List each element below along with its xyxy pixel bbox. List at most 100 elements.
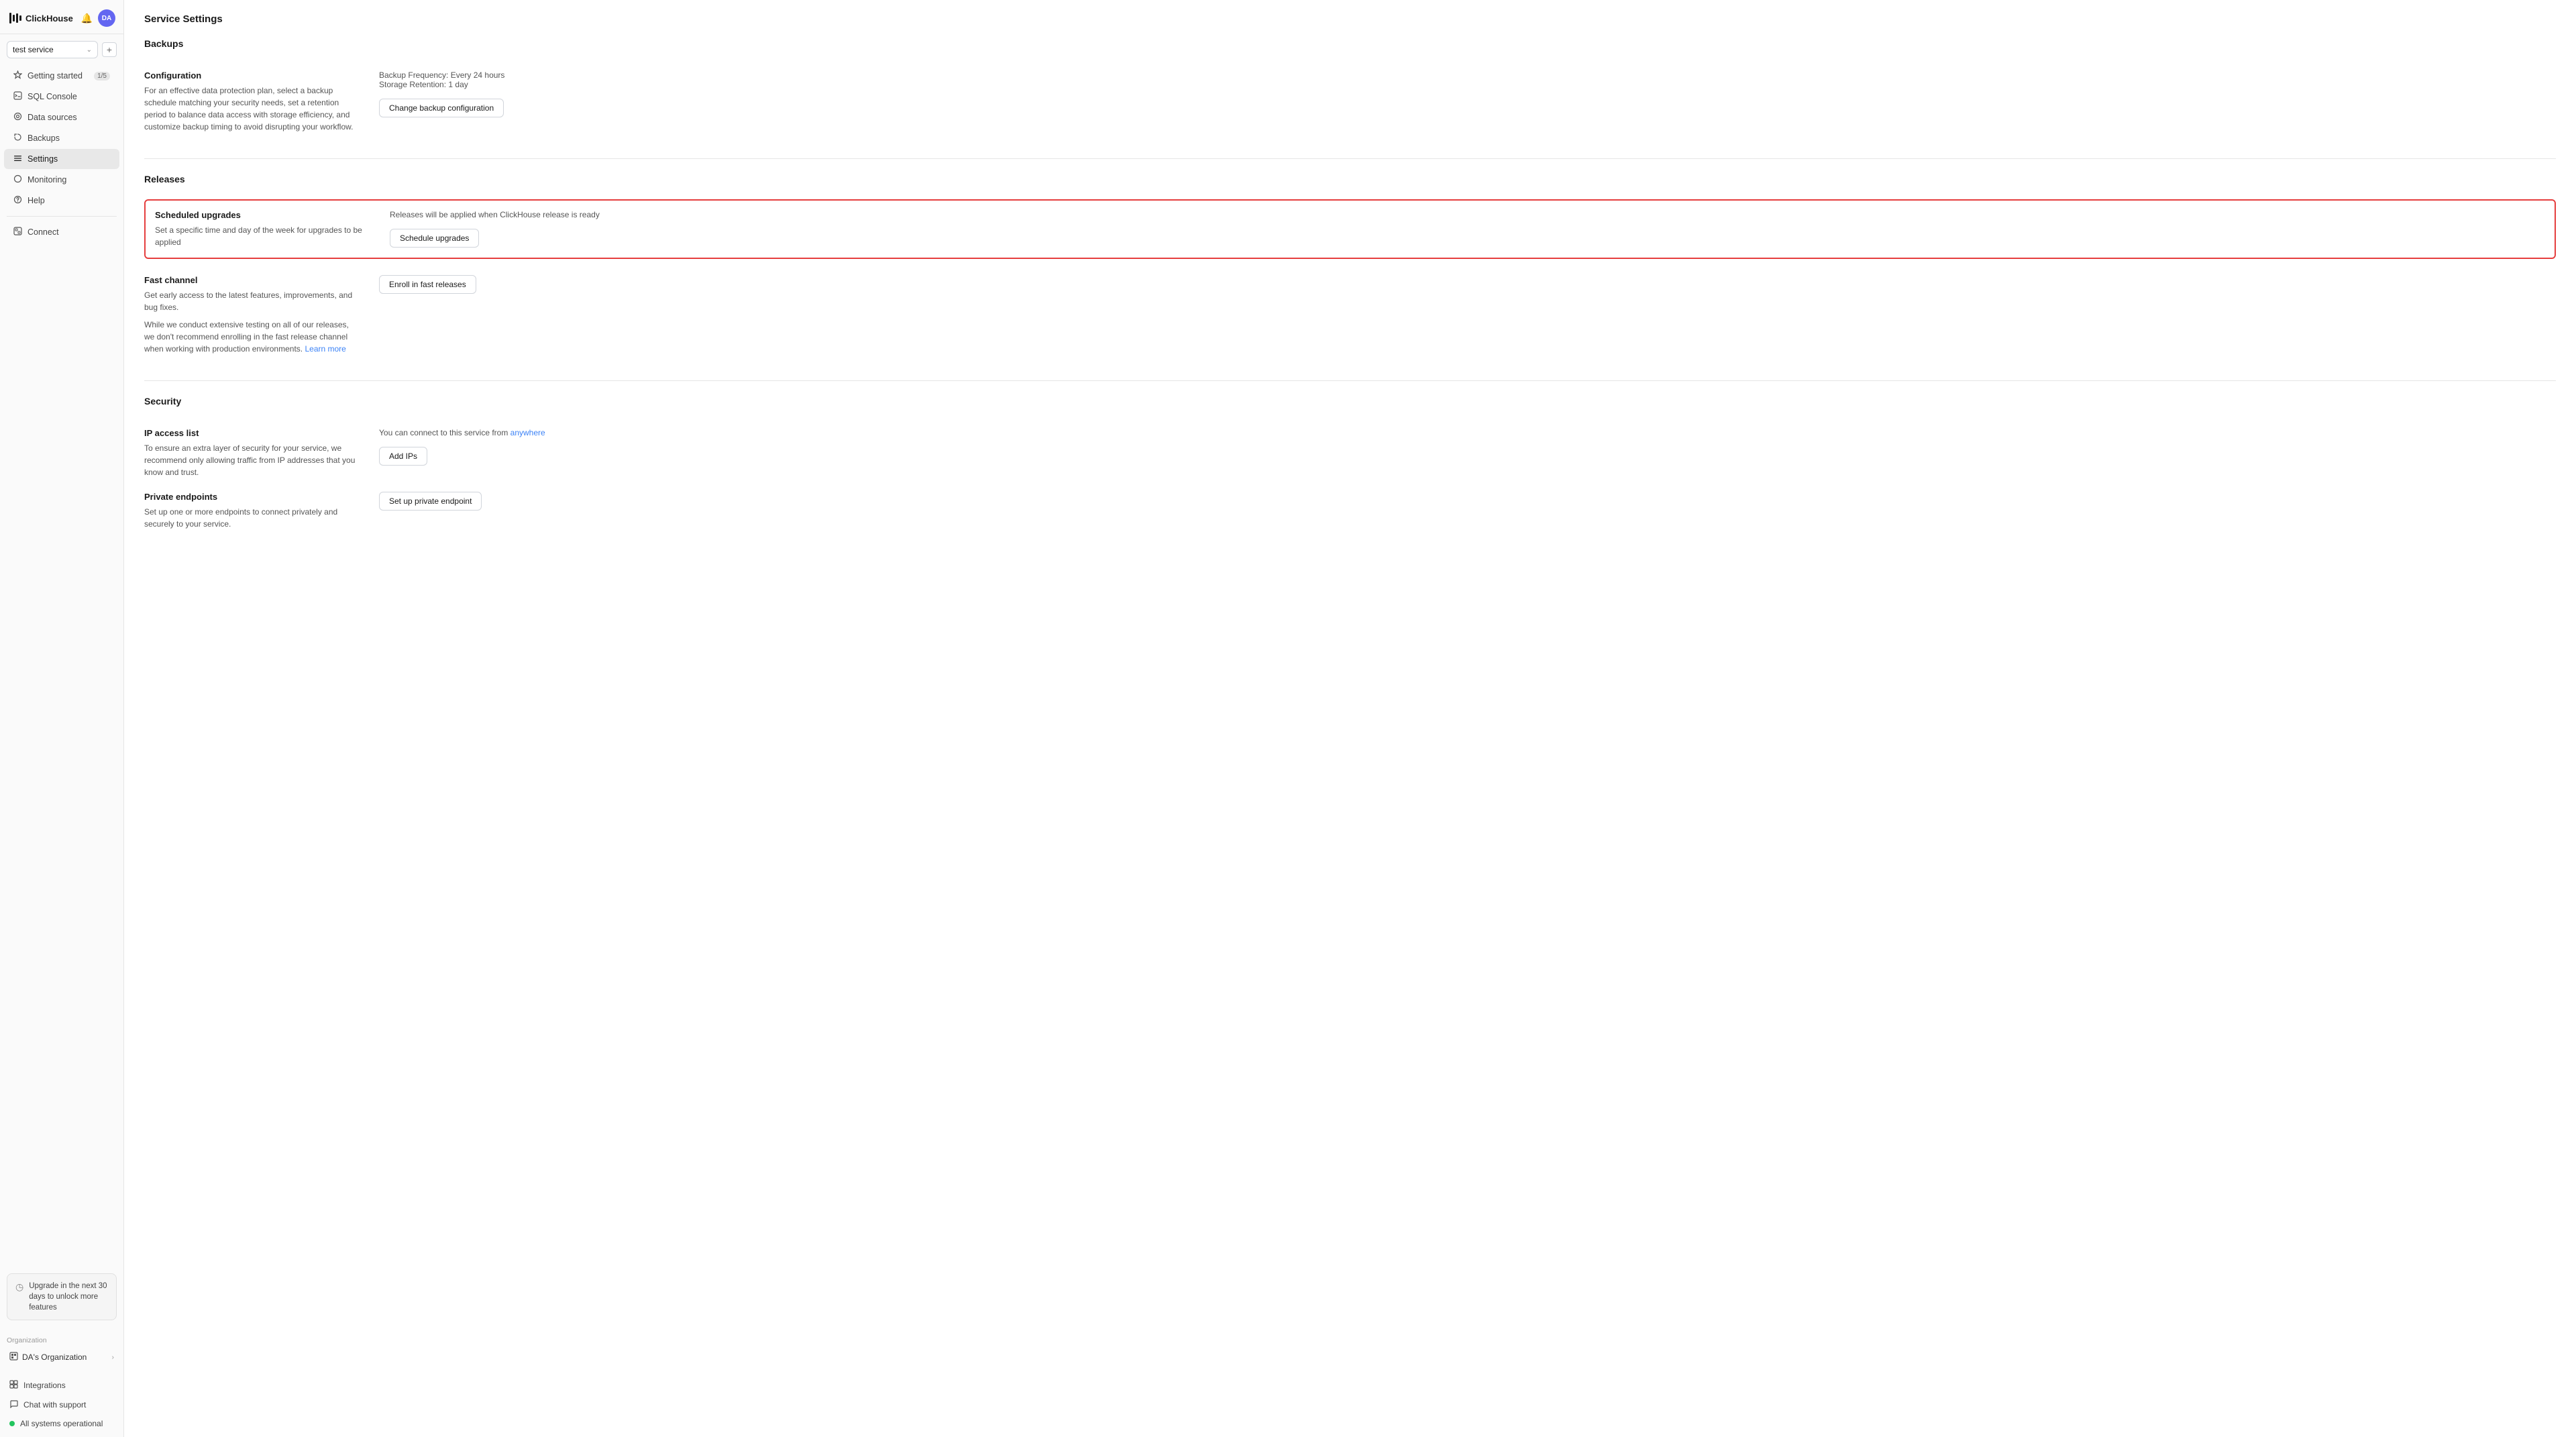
settings-icon xyxy=(13,154,22,164)
sidebar-item-connect[interactable]: Connect xyxy=(4,222,119,242)
service-selector: test service ⌄ + xyxy=(7,41,117,58)
upgrade-box[interactable]: ◷ Upgrade in the next 30 days to unlock … xyxy=(7,1273,117,1320)
fast-channel-desc1: Get early access to the latest features,… xyxy=(144,289,359,313)
private-endpoints-row: Private endpoints Set up one or more end… xyxy=(144,485,2556,537)
header-actions: 🔔 DA xyxy=(81,9,115,27)
backup-configuration-desc: For an effective data protection plan, s… xyxy=(144,85,359,133)
integrations-link[interactable]: Integrations xyxy=(0,1376,123,1395)
add-ips-button[interactable]: Add IPs xyxy=(379,447,427,466)
getting-started-icon xyxy=(13,70,22,81)
upgrade-icon: ◷ xyxy=(15,1281,23,1293)
ip-access-left: IP access list To ensure an extra layer … xyxy=(144,428,359,478)
backups-section-title: Backups xyxy=(144,38,2556,54)
org-name: DA's Organization xyxy=(22,1352,87,1362)
fast-channel-learn-more-link[interactable]: Learn more xyxy=(305,344,345,354)
scheduled-upgrades-row: Scheduled upgrades Set a specific time a… xyxy=(144,199,2556,259)
backup-configuration-left: Configuration For an effective data prot… xyxy=(144,70,359,133)
org-icon xyxy=(9,1352,18,1363)
sidebar-item-sql-console[interactable]: SQL Console xyxy=(4,87,119,107)
change-backup-config-button[interactable]: Change backup configuration xyxy=(379,99,504,117)
releases-section: Releases Scheduled upgrades Set a specif… xyxy=(144,174,2556,362)
bell-icon[interactable]: 🔔 xyxy=(81,13,93,24)
integrations-icon xyxy=(9,1380,18,1391)
status-link: All systems operational xyxy=(0,1415,123,1432)
org-label: Organization xyxy=(7,1336,117,1344)
private-endpoints-desc: Set up one or more endpoints to connect … xyxy=(144,506,359,530)
security-section-title: Security xyxy=(144,396,2556,412)
sidebar-item-monitoring[interactable]: Monitoring xyxy=(4,170,119,190)
logo-area: ClickHouse xyxy=(8,11,73,25)
scheduled-upgrades-right: Releases will be applied when ClickHouse… xyxy=(390,210,2545,248)
nav-section: Getting started 1/5 SQL Console Data sou… xyxy=(0,62,123,668)
sidebar: ClickHouse 🔔 DA test service ⌄ + Getting… xyxy=(0,0,124,1437)
main-content: Service Settings Backups Configuration F… xyxy=(124,0,2576,1437)
app-logo-text: ClickHouse xyxy=(25,13,73,23)
service-dropdown[interactable]: test service ⌄ xyxy=(7,41,98,58)
ip-access-info: You can connect to this service from any… xyxy=(379,428,2556,437)
backup-configuration-right: Backup Frequency: Every 24 hours Storage… xyxy=(379,70,2556,117)
sidebar-item-label: Backups xyxy=(28,134,60,143)
sidebar-item-getting-started[interactable]: Getting started 1/5 xyxy=(4,66,119,86)
releases-section-title: Releases xyxy=(144,174,2556,190)
sidebar-item-label: Data sources xyxy=(28,113,77,122)
sidebar-item-backups[interactable]: Backups xyxy=(4,128,119,148)
ip-access-anywhere-link[interactable]: anywhere xyxy=(511,428,545,437)
fast-channel-left: Fast channel Get early access to the lat… xyxy=(144,275,359,355)
sql-console-icon xyxy=(13,91,22,102)
private-endpoints-right: Set up private endpoint xyxy=(379,492,2556,511)
scheduled-upgrades-left: Scheduled upgrades Set a specific time a… xyxy=(155,210,370,248)
sidebar-header: ClickHouse 🔔 DA xyxy=(0,0,123,34)
enroll-fast-releases-button[interactable]: Enroll in fast releases xyxy=(379,275,476,294)
scheduled-upgrades-title: Scheduled upgrades xyxy=(155,210,370,220)
scheduled-upgrades-desc: Set a specific time and day of the week … xyxy=(155,224,370,248)
connect-icon xyxy=(13,227,22,237)
logo-icon xyxy=(8,11,21,25)
getting-started-badge: 1/5 xyxy=(94,72,110,81)
avatar[interactable]: DA xyxy=(98,9,115,27)
org-item-left: DA's Organization xyxy=(9,1352,87,1363)
fast-channel-row: Fast channel Get early access to the lat… xyxy=(144,268,2556,362)
status-text: All systems operational xyxy=(20,1419,103,1428)
page-title: Service Settings xyxy=(144,13,2556,25)
backup-configuration-row: Configuration For an effective data prot… xyxy=(144,64,2556,140)
fast-channel-title: Fast channel xyxy=(144,275,359,285)
private-endpoints-title: Private endpoints xyxy=(144,492,359,502)
fast-channel-desc2: While we conduct extensive testing on al… xyxy=(144,319,359,355)
divider-backups-releases xyxy=(144,158,2556,159)
backups-icon xyxy=(13,133,22,144)
upgrade-text: Upgrade in the next 30 days to unlock mo… xyxy=(29,1281,108,1313)
private-endpoints-left: Private endpoints Set up one or more end… xyxy=(144,492,359,530)
chevron-down-icon: ⌄ xyxy=(87,46,92,54)
setup-private-endpoint-button[interactable]: Set up private endpoint xyxy=(379,492,482,511)
chat-support-icon xyxy=(9,1399,18,1410)
sidebar-item-settings[interactable]: Settings xyxy=(4,149,119,169)
sidebar-item-label: Help xyxy=(28,196,45,205)
security-section: Security IP access list To ensure an ext… xyxy=(144,396,2556,537)
status-dot xyxy=(9,1421,15,1426)
sidebar-item-data-sources[interactable]: Data sources xyxy=(4,107,119,127)
org-section: Organization DA's Organization › xyxy=(0,1334,123,1371)
org-item[interactable]: DA's Organization › xyxy=(7,1348,117,1366)
sidebar-item-label: SQL Console xyxy=(28,92,77,101)
ip-access-title: IP access list xyxy=(144,428,359,438)
scheduled-upgrades-status: Releases will be applied when ClickHouse… xyxy=(390,210,2545,219)
chat-support-link[interactable]: Chat with support xyxy=(0,1395,123,1414)
schedule-upgrades-button[interactable]: Schedule upgrades xyxy=(390,229,479,248)
fast-channel-right: Enroll in fast releases xyxy=(379,275,2556,294)
bottom-links: Integrations Chat with support All syste… xyxy=(0,1371,123,1437)
backups-section: Backups Configuration For an effective d… xyxy=(144,38,2556,140)
backup-frequency-info: Backup Frequency: Every 24 hours Storage… xyxy=(379,70,2556,89)
sidebar-item-help[interactable]: Help xyxy=(4,191,119,211)
backup-configuration-title: Configuration xyxy=(144,70,359,81)
ip-access-row: IP access list To ensure an extra layer … xyxy=(144,421,2556,485)
ip-access-desc: To ensure an extra layer of security for… xyxy=(144,442,359,478)
monitoring-icon xyxy=(13,174,22,185)
add-service-button[interactable]: + xyxy=(102,42,117,57)
divider-releases-security xyxy=(144,380,2556,381)
chat-support-label: Chat with support xyxy=(23,1400,86,1409)
integrations-label: Integrations xyxy=(23,1381,66,1390)
sidebar-item-label: Connect xyxy=(28,227,59,237)
sidebar-item-label: Settings xyxy=(28,154,58,164)
upgrade-section: ◷ Upgrade in the next 30 days to unlock … xyxy=(0,1268,123,1334)
sidebar-item-label: Getting started xyxy=(28,71,83,81)
